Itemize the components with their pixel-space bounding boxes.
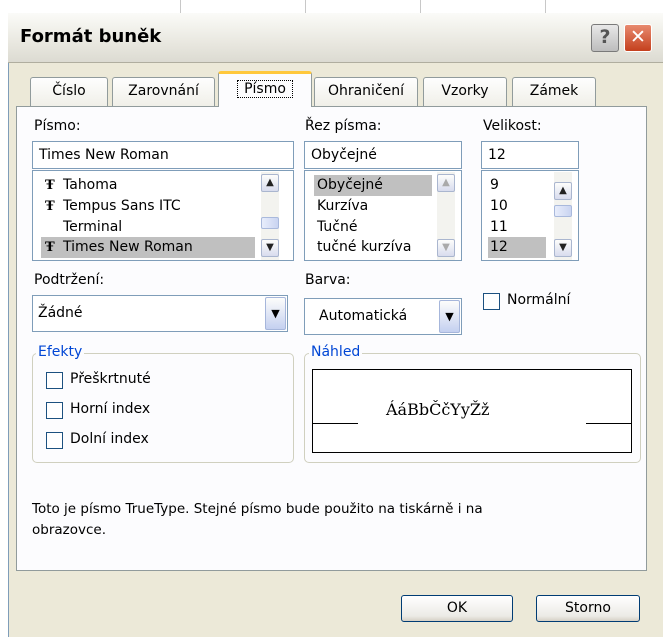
help-button[interactable]: ? — [591, 24, 619, 52]
scroll-down-button[interactable]: ▼ — [437, 239, 455, 257]
truetype-icon: Ŧ — [45, 199, 55, 214]
chevron-down-icon[interactable]: ▼ — [265, 297, 286, 330]
tab-vzorky[interactable]: Vzorky — [423, 77, 507, 106]
color-label: Barva: — [305, 272, 351, 288]
tab-ohraniceni[interactable]: Ohraničení — [314, 77, 418, 106]
style-label: Řez písma: — [305, 118, 382, 134]
list-item[interactable]: 10 — [490, 196, 508, 217]
underline-select[interactable]: Žádné ▼ — [32, 295, 288, 332]
list-item-selected[interactable]: Obyčejné — [314, 175, 432, 196]
dialog-title: Formát buněk — [20, 26, 162, 47]
superscript-label: Horní index — [70, 401, 151, 417]
close-icon: ✕ — [630, 26, 646, 48]
list-item[interactable]: 9 — [490, 175, 499, 196]
list-item[interactable]: 11 — [490, 217, 508, 238]
info-text-line1: Toto je písmo TrueType. Stejné písmo bud… — [32, 501, 483, 517]
color-value: Automatická — [319, 308, 408, 324]
size-scrollbar[interactable]: ▲ ▼ — [554, 172, 572, 260]
font-input[interactable]: Times New Roman — [32, 141, 294, 169]
underline-value: Žádné — [38, 305, 83, 321]
list-item-selected[interactable]: 12 — [488, 237, 546, 258]
list-item[interactable]: Ŧ Tahoma — [41, 175, 261, 196]
scroll-up-button[interactable]: ▲ — [261, 174, 279, 192]
list-item[interactable]: Tučné — [317, 217, 357, 238]
list-item[interactable]: Kurzíva — [317, 196, 368, 217]
style-listbox[interactable]: Obyčejné Kurzíva Tučné tučné kurzíva ▲ ▼ — [304, 170, 462, 261]
size-listbox[interactable]: 9 10 11 12 ▲ ▼ — [481, 170, 579, 261]
cancel-button[interactable]: Storno — [536, 595, 640, 622]
tab-zamek[interactable]: Zámek — [512, 77, 596, 106]
scrollbar-thumb[interactable] — [554, 205, 572, 217]
grid-line — [545, 0, 546, 14]
preview-underline-left — [312, 423, 358, 424]
preview-title: Náhled — [309, 344, 363, 360]
color-select[interactable]: Automatická ▼ — [304, 298, 462, 335]
ok-button[interactable]: OK — [401, 595, 513, 622]
normal-label: Normální — [507, 292, 571, 308]
style-scrollbar[interactable]: ▲ ▼ — [437, 172, 455, 260]
strikethrough-label: Přeškrtnuté — [70, 371, 151, 387]
preview-sample: ÁáBbČčYyŽž — [386, 400, 490, 419]
scroll-down-button[interactable]: ▼ — [261, 239, 279, 257]
list-item-selected[interactable]: Ŧ Times New Roman — [41, 237, 255, 258]
scroll-up-button[interactable]: ▲ — [554, 182, 572, 200]
tab-pismo-label: Písmo — [237, 80, 293, 98]
grid-line — [420, 0, 421, 14]
size-input[interactable]: 12 — [481, 141, 579, 169]
font-scrollbar[interactable]: ▲ ▼ — [261, 172, 279, 260]
close-button[interactable]: ✕ — [624, 24, 652, 52]
effects-title: Efekty — [36, 344, 85, 360]
style-input[interactable]: Obyčejné — [304, 141, 462, 169]
tab-cislo[interactable]: Číslo — [30, 77, 108, 106]
strikethrough-checkbox[interactable] — [46, 372, 63, 389]
superscript-checkbox[interactable] — [46, 402, 63, 419]
underline-label: Podtržení: — [34, 272, 105, 288]
tab-pismo[interactable]: Písmo — [218, 71, 312, 107]
scrollbar-thumb[interactable] — [261, 217, 279, 229]
normal-checkbox[interactable] — [483, 293, 500, 310]
size-label: Velikost: — [483, 118, 542, 134]
subscript-label: Dolní index — [70, 431, 149, 447]
info-text-line2: obrazovce. — [32, 522, 107, 538]
scroll-down-button[interactable]: ▼ — [554, 239, 572, 257]
tab-zarovnani[interactable]: Zarovnání — [112, 77, 215, 106]
subscript-checkbox[interactable] — [46, 432, 63, 449]
grid-line — [305, 0, 306, 14]
list-item[interactable]: Terminal — [41, 217, 261, 238]
grid-line — [180, 0, 181, 14]
truetype-icon: Ŧ — [45, 178, 55, 193]
chevron-down-icon[interactable]: ▼ — [439, 300, 460, 333]
preview-underline-right — [586, 423, 632, 424]
font-listbox[interactable]: Ŧ Tahoma Ŧ Tempus Sans ITC Terminal Ŧ Times… — [32, 170, 294, 261]
list-item[interactable]: Ŧ Tempus Sans ITC — [41, 196, 261, 217]
scroll-up-button[interactable]: ▲ — [437, 174, 455, 192]
truetype-icon: Ŧ — [45, 240, 55, 255]
font-label: Písmo: — [34, 118, 81, 134]
list-item[interactable]: tučné kurzíva — [317, 237, 411, 258]
help-icon: ? — [599, 26, 611, 48]
